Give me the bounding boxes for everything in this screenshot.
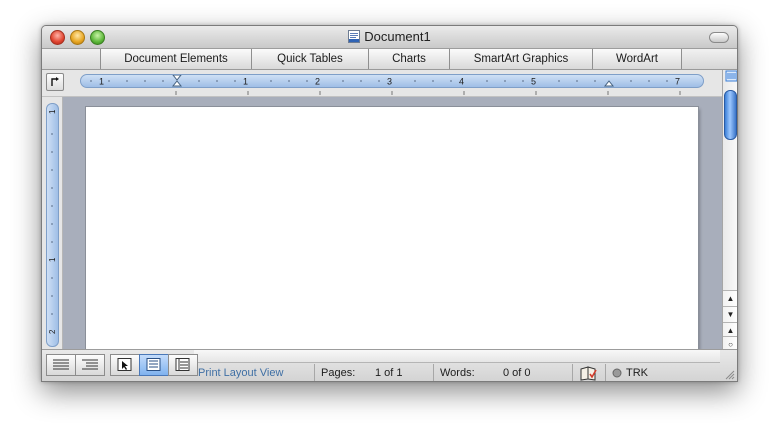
document-page[interactable]: [86, 107, 698, 357]
tab-quick-tables[interactable]: Quick Tables: [251, 49, 368, 69]
words-value: 0 of 0: [503, 367, 531, 379]
horizontal-scrollbar[interactable]: [194, 350, 720, 363]
view-buttons: [46, 354, 198, 376]
tab-smartart-graphics[interactable]: SmartArt Graphics: [449, 49, 592, 69]
tab-document-elements[interactable]: Document Elements: [100, 49, 251, 69]
scroll-down-button[interactable]: ▼: [723, 306, 737, 322]
elements-gallery-tabs: Document Elements Quick Tables Charts Sm…: [42, 49, 737, 70]
outline-view-button[interactable]: [75, 354, 105, 376]
spelling-status-button[interactable]: [572, 364, 605, 381]
draft-view-icon: [53, 359, 69, 370]
split-view-icon[interactable]: [724, 70, 738, 84]
vertical-ruler-area: 1 1 2: [42, 97, 63, 349]
ruler-number: 1: [48, 257, 57, 262]
tab-wordart[interactable]: WordArt: [592, 49, 682, 69]
document-canvas[interactable]: [63, 97, 722, 357]
window-title: Document1: [42, 29, 737, 44]
publishing-layout-icon: [117, 358, 132, 371]
vertical-scrollbar[interactable]: ▲ ▼ ▲ ○: [722, 70, 738, 352]
words-label: Words:: [440, 367, 475, 379]
status-bar: Print Layout View Pages: 1 of 1 Words: 0…: [42, 349, 737, 381]
current-view-label: Print Layout View: [194, 364, 312, 381]
track-changes-icon: [612, 368, 622, 378]
ruler-number: 2: [48, 329, 57, 334]
horizontal-ruler-area: 1 1 2 3 4 5 7: [42, 70, 722, 97]
publishing-layout-view-button[interactable]: [110, 354, 140, 376]
scroll-up-button[interactable]: ▲: [723, 290, 737, 306]
draft-view-button[interactable]: [46, 354, 76, 376]
vertical-scroll-thumb[interactable]: [724, 90, 737, 140]
trk-label: TRK: [626, 367, 648, 379]
window-title-text: Document1: [364, 29, 431, 44]
tab-charts[interactable]: Charts: [368, 49, 449, 69]
track-changes-button[interactable]: TRK: [605, 364, 652, 381]
pages-value: 1 of 1: [375, 367, 403, 379]
outline-view-icon: [82, 359, 98, 370]
page-count-field[interactable]: Pages: 1 of 1: [314, 364, 433, 381]
notebook-layout-icon: [175, 358, 190, 371]
word-window: Document1 Document Elements Quick Tables…: [41, 25, 738, 382]
toolbar-toggle-button[interactable]: [709, 32, 729, 43]
vertical-ruler[interactable]: 1 1 2: [46, 103, 59, 347]
ruler-number: 1: [48, 109, 57, 114]
view-name-text: Print Layout View: [198, 367, 284, 379]
word-count-field[interactable]: Words: 0 of 0: [433, 364, 572, 381]
resize-grip-icon[interactable]: [725, 370, 735, 380]
print-layout-icon: [146, 358, 161, 371]
print-layout-view-button[interactable]: [139, 354, 169, 376]
spelling-book-icon: [580, 366, 597, 381]
ruler-bottom-ticks: [175, 91, 681, 95]
pages-label: Pages:: [321, 367, 356, 379]
title-bar[interactable]: Document1: [42, 26, 737, 49]
word-document-icon: [348, 30, 361, 43]
